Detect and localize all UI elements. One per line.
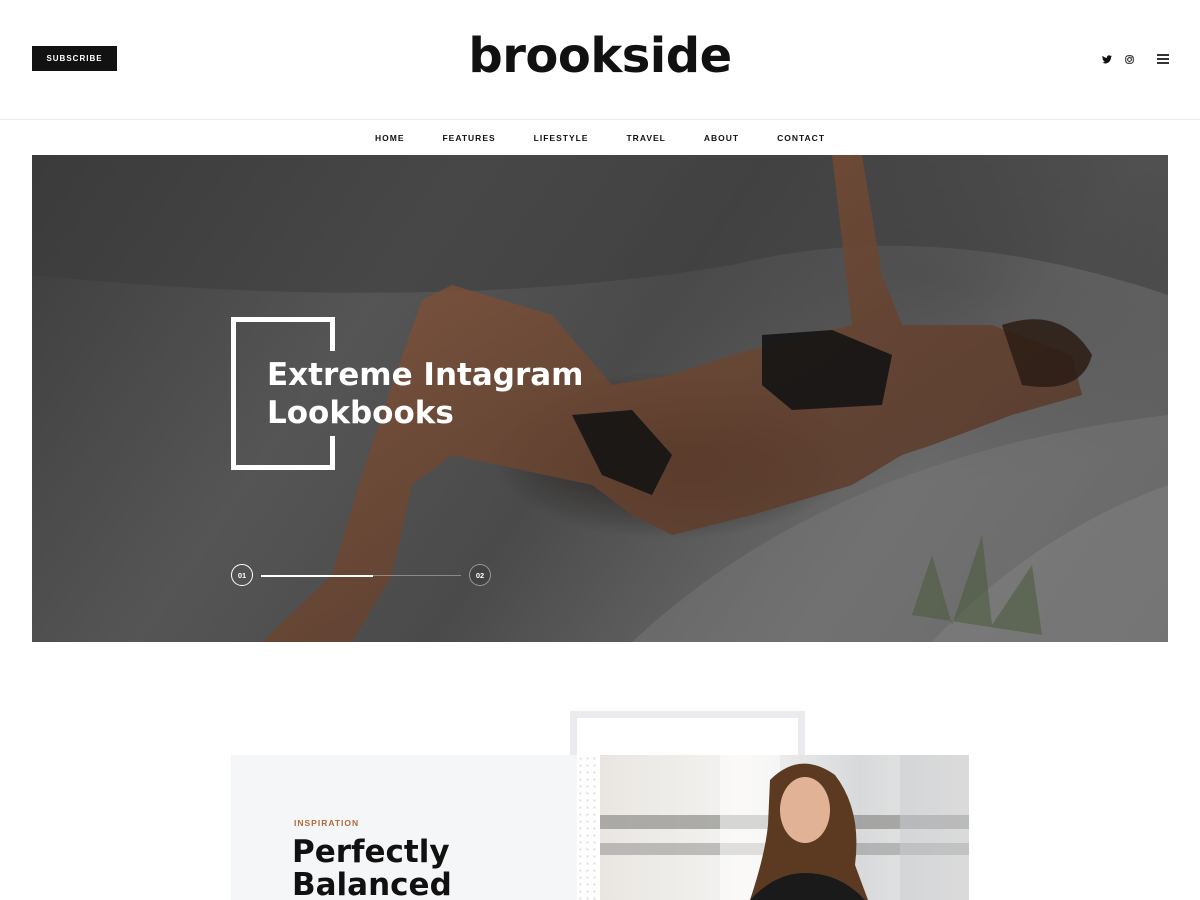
slide-progress-fill — [261, 574, 373, 577]
site-header: SUBSCRIBE brookside — [0, 0, 1200, 120]
instagram-icon[interactable] — [1122, 52, 1136, 66]
nav-contact[interactable]: CONTACT — [758, 133, 844, 143]
nav-features[interactable]: FEATURES — [423, 133, 514, 143]
dot-pattern — [577, 755, 599, 900]
nav-home[interactable]: HOME — [356, 133, 424, 143]
feature-title[interactable]: Perfectly Balanced — [292, 836, 572, 900]
nav-travel[interactable]: TRAVEL — [607, 133, 684, 143]
slide-indicator-01[interactable]: 01 — [231, 564, 253, 586]
feature-category[interactable]: INSPIRATION — [294, 818, 359, 828]
twitter-icon[interactable] — [1100, 52, 1114, 66]
site-logo[interactable]: brookside — [0, 28, 1200, 84]
slide-progress-track — [261, 574, 461, 577]
main-nav: HOME FEATURES LIFESTYLE TRAVEL ABOUT CON… — [0, 120, 1200, 155]
nav-about[interactable]: ABOUT — [685, 133, 758, 143]
slide-indicator-02[interactable]: 02 — [469, 564, 491, 586]
hero-title[interactable]: Extreme Intagram Lookbooks — [267, 356, 627, 432]
feature-decor-frame — [570, 711, 805, 761]
hamburger-menu-icon[interactable] — [1157, 54, 1169, 64]
hero-slider[interactable]: Extreme Intagram Lookbooks 01 02 — [32, 155, 1168, 642]
feature-image[interactable] — [600, 755, 969, 900]
feature-photo — [600, 755, 969, 900]
nav-lifestyle[interactable]: LIFESTYLE — [515, 133, 608, 143]
